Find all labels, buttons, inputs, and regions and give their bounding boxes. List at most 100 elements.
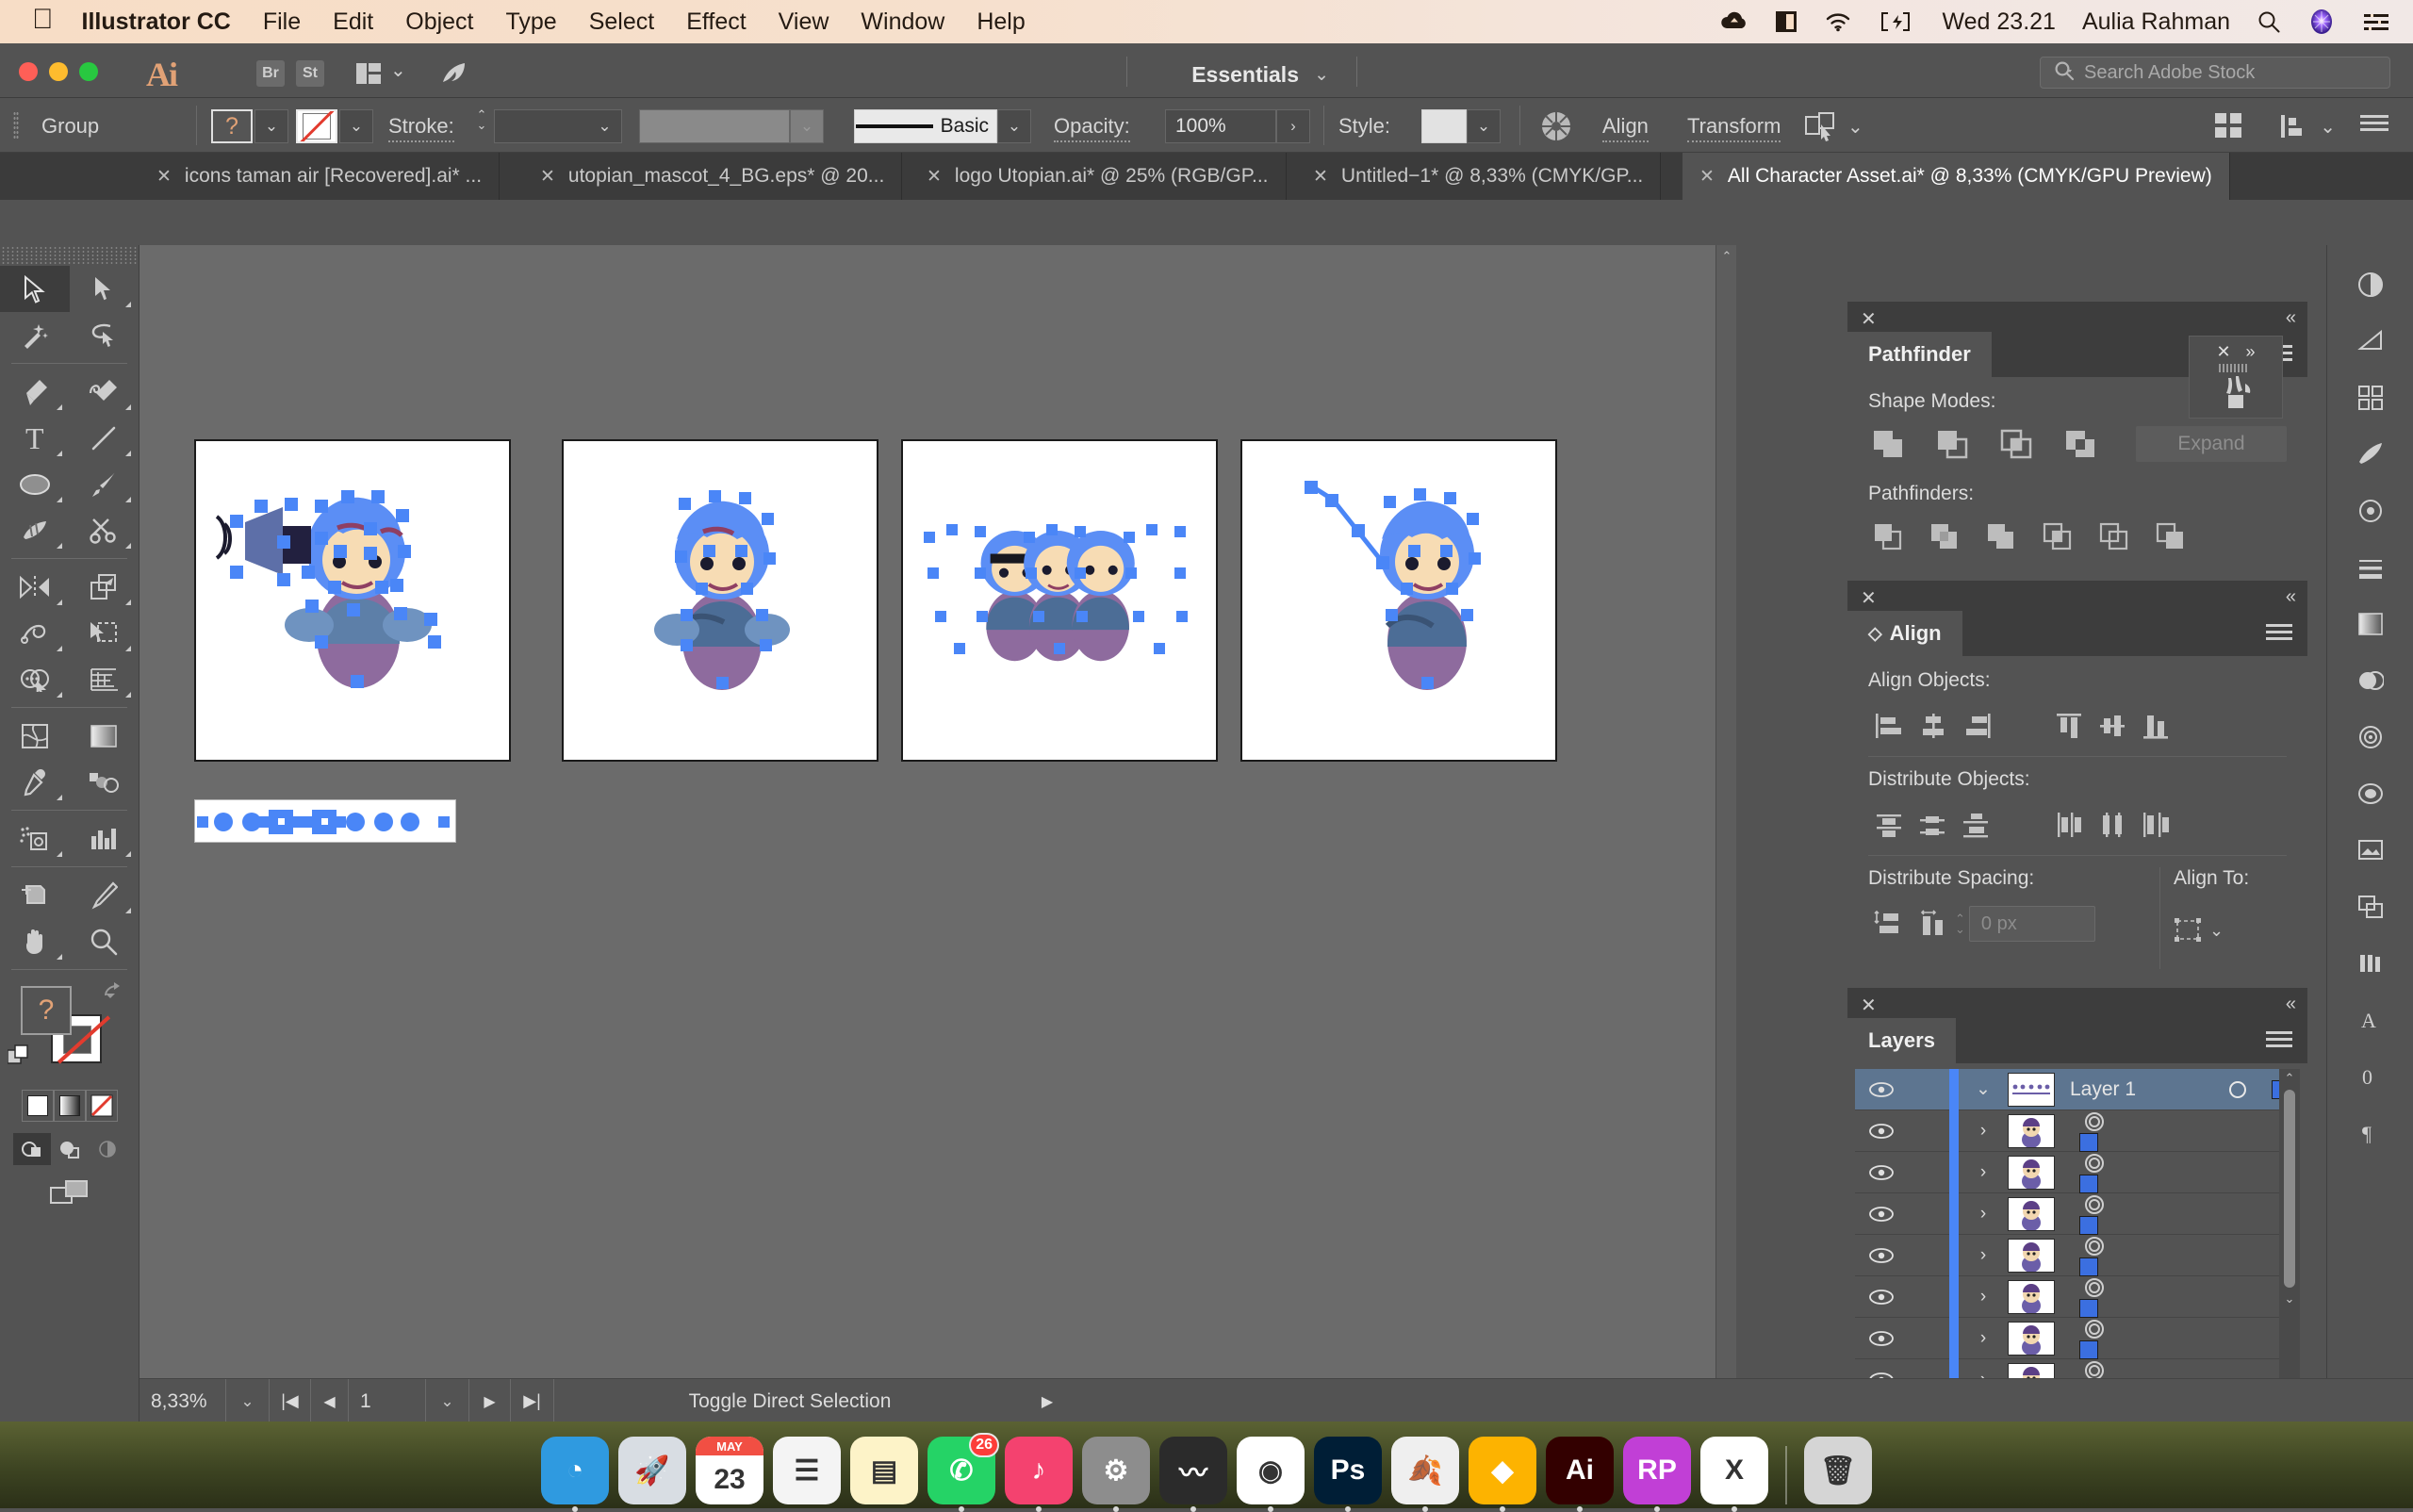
color-swatch-button[interactable] [22, 1090, 54, 1122]
symbols-icon[interactable] [2339, 485, 2402, 537]
appearance-icon[interactable] [2339, 711, 2402, 764]
width-warp-tool[interactable] [0, 610, 70, 656]
target-indicator-icon[interactable] [2070, 1318, 2119, 1340]
layer-row[interactable]: › [1855, 1235, 2300, 1276]
pen-tool[interactable] [0, 369, 70, 415]
dock-item-itunes[interactable]: ♪ [1005, 1437, 1073, 1504]
default-fill-stroke-icon[interactable] [8, 1044, 32, 1067]
distribute-vertical-space-icon[interactable] [1868, 903, 1912, 945]
selection-tool[interactable] [0, 266, 70, 312]
variable-width-profile-field[interactable] [639, 109, 790, 143]
draw-normal-icon[interactable] [13, 1133, 51, 1165]
dock-item-activity-monitor[interactable]: 〰 [1159, 1437, 1227, 1504]
display-icon[interactable] [1775, 9, 1797, 34]
stroke-weight-chevron-down-icon[interactable]: ⌄ [588, 109, 622, 143]
stroke-weight-stepper[interactable]: ⌃⌄ [471, 109, 492, 130]
gradient-swatch-button[interactable] [54, 1090, 86, 1122]
scissors-tool[interactable] [70, 507, 140, 553]
artboard-1[interactable] [194, 439, 511, 762]
collapse-panel-icon[interactable]: « [2286, 994, 2294, 1015]
intersect-icon[interactable] [1996, 426, 2036, 462]
menu-file[interactable]: File [263, 8, 301, 36]
visibility-toggle-icon[interactable] [1855, 1165, 1908, 1180]
apple-icon[interactable]:  [32, 6, 54, 34]
fill-swatch-button[interactable]: ? [211, 109, 253, 143]
recolor-artwork-icon[interactable] [1538, 110, 1574, 147]
dock-item-adobe-xd-leaf[interactable]: 🍂 [1391, 1437, 1459, 1504]
libraries-icon[interactable] [2339, 937, 2402, 990]
wifi-icon[interactable] [1824, 10, 1852, 33]
align-bottom-icon[interactable] [2134, 705, 2177, 747]
tool-flyout-indicator[interactable] [125, 543, 131, 549]
artboard-number-field[interactable]: 1 [349, 1379, 426, 1424]
tab-align[interactable]: ◇ Align [1847, 611, 1962, 656]
artboard-chevron-down-icon[interactable]: ⌄ [426, 1379, 469, 1424]
line-segment-tool[interactable] [70, 415, 140, 461]
panel-menu-icon[interactable] [2266, 1031, 2292, 1050]
transform-handles-icon[interactable] [1804, 111, 1836, 146]
merge-icon[interactable] [1981, 518, 2021, 554]
hand-tool[interactable] [0, 918, 70, 964]
dock-item-finder[interactable]: ◔ [541, 1437, 609, 1504]
artboard-2[interactable] [562, 439, 878, 762]
distribute-vertical-center-icon[interactable] [1912, 804, 1955, 846]
gradient-icon[interactable] [2339, 598, 2402, 650]
workspace-chevron-down-icon[interactable]: ⌄ [1314, 64, 1329, 86]
distribute-icon[interactable] [2281, 113, 2307, 144]
menu-select[interactable]: Select [589, 8, 654, 36]
crop-icon[interactable] [2038, 518, 2077, 554]
opacity-field[interactable]: 100% [1165, 109, 1276, 143]
arrange-chevron-down-icon[interactable]: ⌄ [390, 58, 406, 82]
minus-front-icon[interactable] [1932, 426, 1972, 462]
collapse-panel-icon[interactable]: « [2286, 586, 2294, 608]
layer-row[interactable]: ⌄Layer 1 [1855, 1069, 2300, 1110]
panel-grid-chevron-down-icon[interactable]: ⌄ [2320, 115, 2336, 139]
previous-artboard-button[interactable]: ◀ [311, 1379, 349, 1424]
lasso-tool[interactable] [70, 312, 140, 358]
direct-selection-tool[interactable] [70, 266, 140, 312]
dock-item-excel[interactable]: X [1700, 1437, 1768, 1504]
artboards-icon[interactable] [2339, 880, 2402, 933]
menu-edit[interactable]: Edit [333, 8, 373, 36]
tool-flyout-indicator[interactable] [57, 851, 62, 857]
layer-selection-swatch[interactable] [2070, 1299, 2108, 1318]
dock-item-rp-axure[interactable]: RP [1623, 1437, 1691, 1504]
tool-flyout-indicator[interactable] [57, 600, 62, 605]
stroke-icon[interactable] [2339, 541, 2402, 594]
layers-scrollbar[interactable]: ⌃ ⌄ [2279, 1069, 2300, 1408]
menu-window[interactable]: Window [861, 8, 944, 36]
zoom-tool[interactable] [70, 918, 140, 964]
paintbrush-tool[interactable] [70, 461, 140, 507]
curvature-tool[interactable] [70, 369, 140, 415]
close-icon[interactable]: ✕ [1699, 166, 1715, 188]
eyedropper-tool[interactable] [0, 759, 70, 805]
opacity-label[interactable]: Opacity: [1054, 114, 1130, 142]
visibility-toggle-icon[interactable] [1855, 1082, 1908, 1097]
draw-behind-icon[interactable] [51, 1133, 89, 1165]
expand-layer-icon[interactable]: › [1959, 1328, 2008, 1349]
graphic-style-swatch[interactable] [1421, 109, 1467, 143]
mesh-tool[interactable] [0, 713, 70, 759]
align-horizontal-center-icon[interactable] [1912, 705, 1955, 747]
layer-selection-swatch[interactable] [2070, 1175, 2108, 1193]
artboard-4[interactable] [1240, 439, 1557, 762]
collapse-panel-icon[interactable]: « [2286, 307, 2294, 329]
battery-charging-icon[interactable] [1879, 10, 1916, 33]
dock-item-photoshop[interactable]: Ps [1314, 1437, 1382, 1504]
fill-color-box[interactable]: ? [21, 986, 72, 1035]
scale-tool[interactable] [70, 564, 140, 610]
tool-flyout-indicator[interactable] [125, 851, 131, 857]
menu-object[interactable]: Object [405, 8, 473, 36]
control-bar-grip[interactable] [13, 111, 19, 140]
shape-builder-tool[interactable] [0, 656, 70, 702]
align-top-icon[interactable] [2047, 705, 2091, 747]
menu-type[interactable]: Type [506, 8, 557, 36]
layer-selection-swatch[interactable] [2070, 1133, 2108, 1152]
brush-definition-field[interactable]: Basic [854, 109, 997, 143]
siri-icon[interactable] [2307, 8, 2336, 36]
adobe-stock-search[interactable]: Search Adobe Stock [2040, 57, 2390, 89]
style-chevron-down-icon[interactable]: ⌄ [1467, 109, 1501, 143]
align-right-icon[interactable] [1955, 705, 1998, 747]
zoom-window-button[interactable] [79, 62, 98, 81]
close-window-button[interactable] [19, 62, 38, 81]
